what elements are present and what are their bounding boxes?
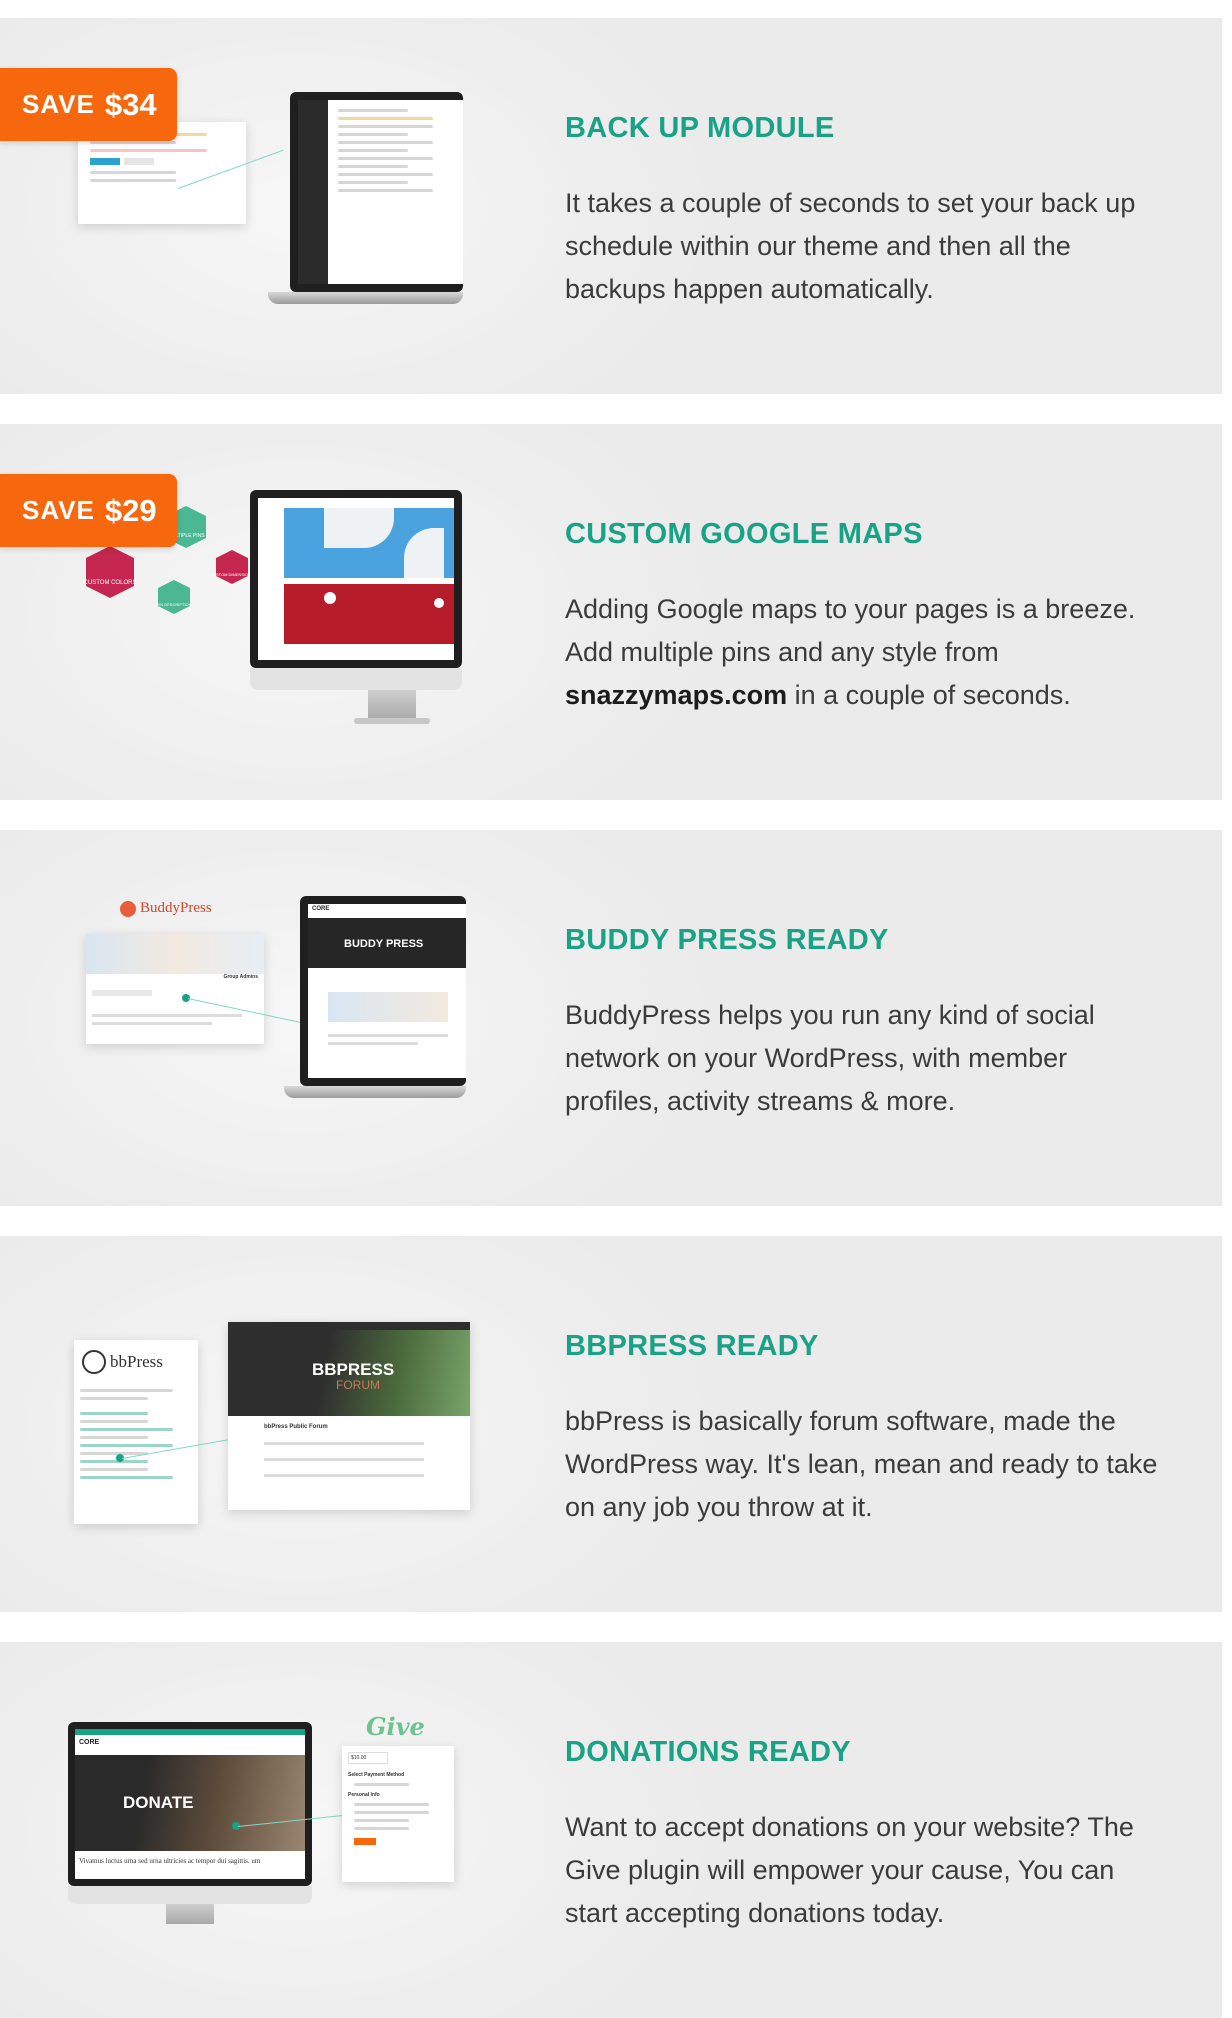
feature-description: bbPress is basically forum software, mad… — [565, 1406, 1158, 1522]
buddypress-profile-card: Group Admins — [86, 934, 264, 1044]
bbpress-forum-screen: BBPRESS FORUM bbPress Public Forum — [228, 1322, 470, 1510]
feature-panel-donations: CORE DONATE Vivamus luctus urna sed urna… — [0, 1642, 1232, 2018]
feature-description: BuddyPress helps you run any kind of soc… — [565, 1000, 1095, 1116]
svg-text:PIN DESCRIPTION: PIN DESCRIPTION — [156, 602, 191, 607]
hex-pin-description: PIN DESCRIPTION — [156, 580, 192, 614]
feature-panel-backup: SAVE $34 BACK UP MODULE It takes a coupl… — [0, 18, 1232, 394]
save-badge: SAVE $29 — [0, 474, 177, 547]
feature-description: Want to accept donations on your website… — [565, 1812, 1134, 1928]
snazzymaps-link[interactable]: snazzymaps.com — [565, 680, 787, 710]
imac-mockup: CORE DONATE Vivamus luctus urna sed urna… — [68, 1722, 312, 1928]
laptop-mockup: CORE BUDDY PRESS — [284, 896, 466, 1122]
feature-panel-maps: SAVE $29 MULTIPLE PINS CUSTOM COLORS CUST… — [0, 424, 1232, 800]
feature-panel-buddypress: BuddyPress Group Admins CORE BUDDY PRESS… — [0, 830, 1232, 1206]
imac-mockup — [250, 490, 462, 730]
give-logo: Give — [366, 1712, 425, 1741]
hex-custom-dimensions: CUSTOM DIMENSIONS — [210, 550, 254, 584]
bbpress-topics-card: bbPress — [74, 1340, 198, 1524]
donate-now-button[interactable] — [354, 1838, 376, 1845]
buddypress-logo: BuddyPress — [120, 900, 212, 917]
give-donation-form: $10.00 Select Payment Method Personal In… — [342, 1746, 454, 1882]
feature-description: Adding Google maps to your pages is a br… — [565, 594, 1136, 710]
feature-description: It takes a couple of seconds to set your… — [565, 188, 1136, 304]
save-badge: SAVE $34 — [0, 68, 177, 141]
feature-title: BACK UP MODULE — [565, 112, 835, 144]
bbpress-logo: bbPress — [74, 1340, 198, 1384]
svg-text:CUSTOM DIMENSIONS: CUSTOM DIMENSIONS — [210, 572, 254, 577]
buddypress-logo-icon — [120, 900, 136, 917]
feature-title: CUSTOM GOOGLE MAPS — [565, 518, 923, 550]
hex-custom-colors: CUSTOM COLORS — [84, 546, 137, 598]
feature-title: BUDDY PRESS READY — [565, 924, 889, 956]
feature-title: BBPRESS READY — [565, 1330, 819, 1362]
svg-text:CUSTOM COLORS: CUSTOM COLORS — [84, 580, 137, 586]
feature-panel-bbpress: bbPress BBPRESS FORUM bbPress Public For… — [0, 1236, 1232, 1612]
bbpress-logo-icon — [82, 1350, 106, 1374]
feature-title: DONATIONS READY — [565, 1736, 851, 1768]
laptop-mockup — [268, 92, 463, 322]
